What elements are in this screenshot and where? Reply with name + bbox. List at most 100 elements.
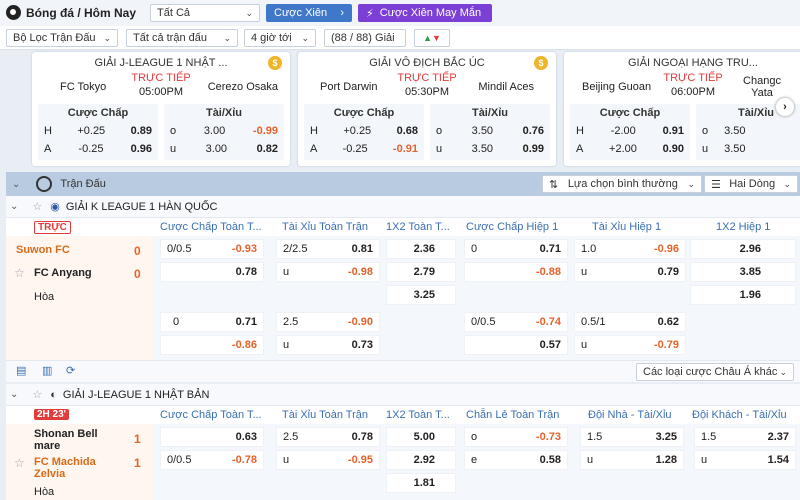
star-icon[interactable]: ☆ bbox=[14, 266, 25, 280]
chevron-down-icon: ⌄ bbox=[10, 389, 19, 400]
sort-mode-select[interactable]: ⇅ Lựa chọn bình thường ⌄ bbox=[542, 175, 702, 193]
price: -0.73 bbox=[535, 431, 561, 443]
odds-cell[interactable]: u 1.54 bbox=[694, 450, 796, 470]
odds-cell[interactable]: u -0.95 bbox=[276, 450, 380, 470]
odds-cell[interactable]: 5.00 bbox=[386, 427, 456, 447]
away-team[interactable]: FC Machida Zelvia bbox=[34, 456, 124, 480]
parlay-button[interactable]: Cược Xiên › bbox=[266, 4, 352, 22]
more-bets-select[interactable]: Các loại cược Châu Á khác ⌄ bbox=[636, 363, 794, 381]
away-team[interactable]: FC Anyang bbox=[34, 267, 92, 279]
random-parlay-button[interactable]: ⚡ Cược Xiên May Mắn bbox=[358, 4, 492, 22]
line: +2.00 bbox=[609, 143, 637, 155]
odds-line[interactable]: H +0.25 0.89 bbox=[38, 125, 158, 137]
odds-cell[interactable]: -0.86 bbox=[160, 335, 264, 355]
away-score: 1 bbox=[134, 456, 141, 470]
price: -0.88 bbox=[535, 266, 561, 278]
odds-line[interactable]: u 3.50 bbox=[696, 143, 800, 155]
price: 1.96 bbox=[739, 289, 761, 301]
odds-cell[interactable]: 3.25 bbox=[386, 285, 456, 305]
odds-cell[interactable]: 1.96 bbox=[690, 285, 796, 305]
odds-cell[interactable]: 2.5 0.78 bbox=[276, 427, 380, 447]
odds-line[interactable]: o 3.50 bbox=[696, 125, 800, 137]
odds-line[interactable]: u 3.00 0.82 bbox=[164, 143, 284, 155]
odds-cell[interactable]: u -0.79 bbox=[574, 335, 686, 355]
odds-cell[interactable]: -0.88 bbox=[464, 262, 568, 282]
price: 2.96 bbox=[739, 243, 761, 255]
home-team: FC Tokyo bbox=[60, 81, 107, 93]
odds-cell[interactable]: 2.92 bbox=[386, 450, 456, 470]
odds-cell[interactable]: 0.63 bbox=[160, 427, 264, 447]
home-team[interactable]: Shonan Bell mare bbox=[34, 428, 114, 452]
line: u bbox=[701, 454, 708, 466]
chart-icon[interactable]: ▥ bbox=[42, 364, 52, 377]
refresh-icon[interactable]: ⟳ bbox=[66, 364, 75, 377]
price: 0.71 bbox=[235, 316, 257, 328]
odds-cell[interactable]: 0/0.5 -0.74 bbox=[464, 312, 568, 332]
side: o bbox=[170, 125, 177, 137]
odds-cell[interactable]: u 0.73 bbox=[276, 335, 380, 355]
stats-icon[interactable]: ▤ bbox=[16, 364, 26, 377]
odds-line[interactable]: o 3.00 -0.99 bbox=[164, 125, 284, 137]
line: 1.5 bbox=[587, 431, 603, 443]
odds-cell[interactable]: 2.96 bbox=[690, 239, 796, 259]
line: 2/2.5 bbox=[283, 243, 308, 255]
star-icon[interactable]: ☆ bbox=[32, 388, 42, 401]
line: u bbox=[581, 266, 588, 278]
line: e bbox=[471, 454, 478, 466]
odds-cell[interactable]: 2.79 bbox=[386, 262, 456, 282]
total-panel: Tài/Xỉu o 3.50 0.76 u 3.50 0.99 bbox=[430, 104, 550, 160]
star-icon[interactable]: ☆ bbox=[14, 456, 25, 470]
card-league: GIẢI VÔ ĐỊCH BẮC ÚC bbox=[369, 57, 485, 69]
collapse-icon[interactable]: ⌄ bbox=[12, 179, 20, 190]
odds-cell[interactable]: 0.5/1 0.62 bbox=[574, 312, 686, 332]
league-header[interactable]: ⌄ ☆ ◉ GIẢI K LEAGUE 1 HÀN QUỐC bbox=[6, 196, 800, 218]
odds-line[interactable]: A +2.00 0.90 bbox=[570, 143, 690, 155]
odds-line[interactable]: A -0.25 0.96 bbox=[38, 143, 158, 155]
league-header[interactable]: ⌄ ☆ ◐ GIẢI J-LEAGUE 1 NHẬT BẢN bbox=[6, 384, 800, 406]
odds-cell[interactable]: u 1.28 bbox=[580, 450, 684, 470]
odds-cell[interactable]: 0.57 bbox=[464, 335, 568, 355]
line-mode-select[interactable]: ☰ Hai Dòng ⌄ bbox=[704, 175, 798, 193]
odds-cell[interactable]: 3.85 bbox=[690, 262, 796, 282]
odds-cell[interactable]: 0/0.5 -0.78 bbox=[160, 450, 264, 470]
random-parlay-label: Cược Xiên May Mắn bbox=[379, 7, 482, 19]
featured-card[interactable]: GIẢI J-LEAGUE 1 NHẬT ... $ TRỰC TIẾP 05:… bbox=[32, 52, 290, 166]
sport-filter-select[interactable]: Tất Cả ⌄ bbox=[150, 4, 260, 22]
match-filter-select[interactable]: Bộ Lọc Trận Đấu ⌄ bbox=[6, 29, 118, 47]
odds-cell[interactable]: 2/2.5 0.81 bbox=[276, 239, 380, 259]
line: 1.0 bbox=[581, 243, 597, 255]
next-arrow-button[interactable]: › bbox=[776, 98, 794, 116]
odds-cell[interactable]: 1.81 bbox=[386, 473, 456, 493]
odds-cell[interactable]: 0.78 bbox=[160, 262, 264, 282]
odds-cell[interactable]: e 0.58 bbox=[464, 450, 568, 470]
featured-card[interactable]: GIẢI NGOẠI HẠNG TRU... TRỰC TIẾP 06:00PM… bbox=[564, 52, 800, 166]
odds-line[interactable]: H -2.00 0.91 bbox=[570, 125, 690, 137]
odds-cell[interactable]: 2.5 -0.90 bbox=[276, 312, 380, 332]
featured-card[interactable]: GIẢI VÔ ĐỊCH BẮC ÚC $ TRỰC TIẾP 05:30PM … bbox=[298, 52, 556, 166]
odds-cell[interactable]: 1.5 3.25 bbox=[580, 427, 684, 447]
odds-cell[interactable]: 0 0.71 bbox=[160, 312, 264, 332]
odds-line[interactable]: o 3.50 0.76 bbox=[430, 125, 550, 137]
odds-line[interactable]: H +0.25 0.68 bbox=[304, 125, 424, 137]
col-1x2: 1X2 Toàn T... bbox=[386, 221, 450, 233]
home-team[interactable]: Suwon FC bbox=[16, 244, 70, 256]
time-range-select[interactable]: 4 giờ tới ⌄ bbox=[244, 29, 316, 47]
parlay-label: Cược Xiên bbox=[274, 7, 328, 19]
odds-cell[interactable]: u 0.79 bbox=[574, 262, 686, 282]
odds-cell[interactable]: 1.0 -0.96 bbox=[574, 239, 686, 259]
odds-cell[interactable]: u -0.98 bbox=[276, 262, 380, 282]
odds-line[interactable]: u 3.50 0.99 bbox=[430, 143, 550, 155]
odds-cell[interactable]: 2.36 bbox=[386, 239, 456, 259]
star-icon[interactable]: ☆ bbox=[32, 200, 42, 213]
col-h1-1x2: 1X2 Hiệp 1 bbox=[716, 221, 771, 233]
price: 0.79 bbox=[657, 266, 679, 278]
league-count-button[interactable]: (88 / 88) Giải bbox=[324, 29, 406, 47]
sort-button[interactable]: ▲ ▼ bbox=[414, 29, 450, 47]
line: 0/0.5 bbox=[167, 243, 192, 255]
odds-line[interactable]: A -0.25 -0.91 bbox=[304, 143, 424, 155]
odds-cell[interactable]: 0 0.71 bbox=[464, 239, 568, 259]
odds-cell[interactable]: o -0.73 bbox=[464, 427, 568, 447]
odds-cell[interactable]: 0/0.5 -0.93 bbox=[160, 239, 264, 259]
all-matches-select[interactable]: Tất cả trận đấu ⌄ bbox=[126, 29, 238, 47]
odds-cell[interactable]: 1.5 2.37 bbox=[694, 427, 796, 447]
